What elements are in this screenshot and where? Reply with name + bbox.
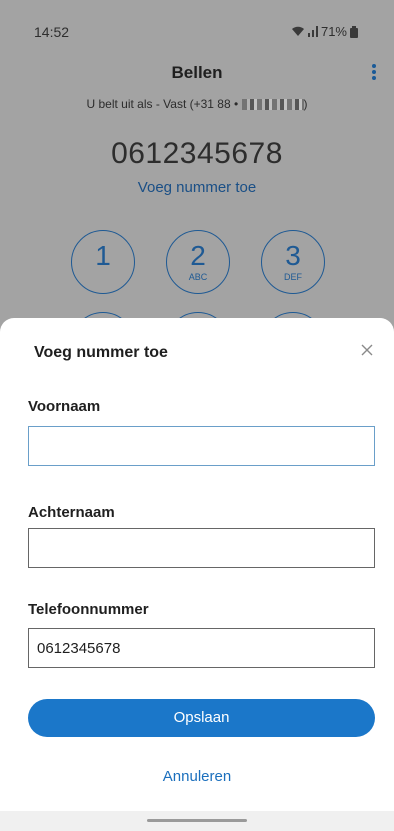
home-gesture-handle[interactable] bbox=[147, 819, 247, 822]
key-digit: 2 bbox=[190, 240, 206, 271]
masked-number bbox=[241, 99, 304, 111]
add-number-sheet: Voeg nummer toe Voornaam Achternaam Tele… bbox=[0, 318, 394, 831]
wifi-icon bbox=[291, 26, 304, 36]
add-number-link[interactable]: Voeg nummer toe bbox=[0, 179, 394, 196]
key-3[interactable]: 3 DEF bbox=[261, 230, 325, 294]
sheet-title: Voeg nummer toe bbox=[34, 344, 168, 361]
caller-id-text: U belt uit als - Vast (+31 88 • bbox=[86, 97, 239, 111]
status-bar: 14:52 71% bbox=[0, 0, 394, 52]
navigation-gesture-bar bbox=[0, 811, 394, 831]
battery-icon bbox=[350, 25, 358, 38]
key-letters: DEF bbox=[284, 272, 302, 282]
close-icon[interactable] bbox=[359, 342, 375, 358]
key-1[interactable]: 1 bbox=[71, 230, 135, 294]
first-name-label: Voornaam bbox=[28, 398, 101, 415]
app-header: Bellen bbox=[0, 60, 394, 88]
phone-label: Telefoonnummer bbox=[28, 601, 149, 618]
status-time: 14:52 bbox=[34, 24, 70, 40]
key-digit: 1 bbox=[95, 240, 111, 271]
more-options-icon[interactable] bbox=[371, 63, 377, 85]
key-2[interactable]: 2 ABC bbox=[166, 230, 230, 294]
status-icons: 71% bbox=[291, 24, 358, 39]
phone-input[interactable] bbox=[28, 628, 375, 668]
first-name-input[interactable] bbox=[28, 426, 375, 466]
battery-percent: 71% bbox=[320, 24, 347, 39]
cancel-button[interactable]: Annuleren bbox=[0, 768, 394, 785]
signal-icon bbox=[307, 26, 318, 37]
caller-id-text-end: ) bbox=[303, 97, 308, 111]
key-digit: 3 bbox=[285, 240, 301, 271]
caller-id-line: U belt uit als - Vast (+31 88 • ) bbox=[0, 97, 394, 111]
app-title: Bellen bbox=[171, 63, 223, 82]
key-letters: ABC bbox=[188, 272, 208, 282]
last-name-label: Achternaam bbox=[28, 504, 115, 521]
save-button[interactable]: Opslaan bbox=[28, 699, 375, 737]
last-name-input[interactable] bbox=[28, 528, 375, 568]
dialed-number: 0612345678 bbox=[111, 137, 283, 170]
